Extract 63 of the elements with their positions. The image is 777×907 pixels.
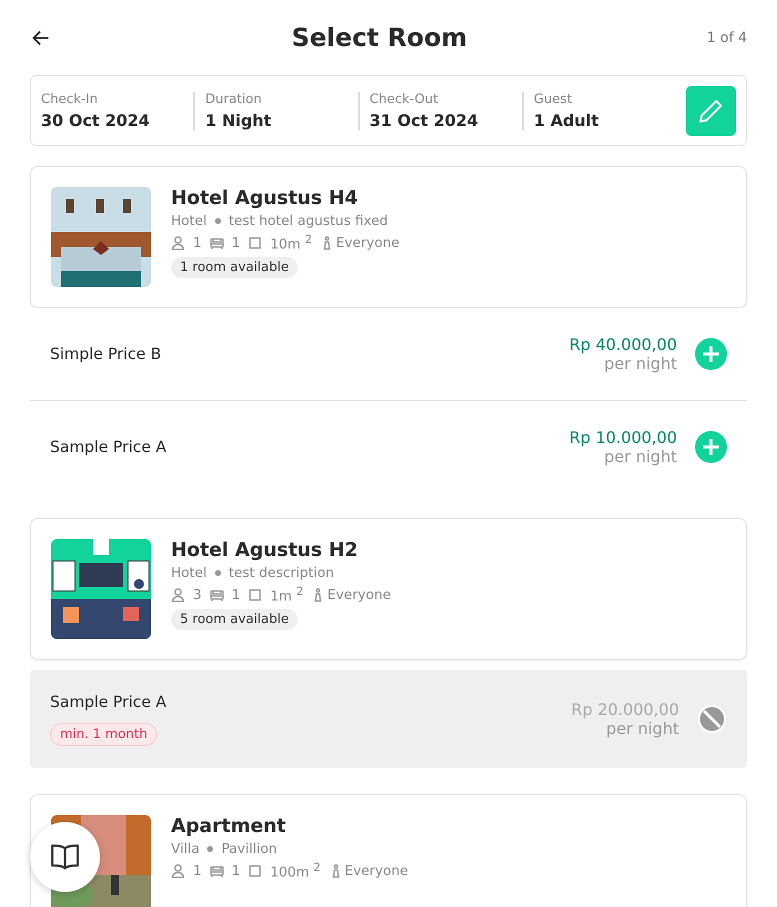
add-button[interactable] — [695, 338, 727, 370]
plus-icon — [695, 430, 727, 462]
price-amount: Rp 20.000,00 — [571, 700, 679, 719]
room-type: Hotel — [171, 213, 207, 229]
summary-value: 30 Oct 2024 — [41, 110, 151, 130]
guest-count: 1 — [193, 862, 202, 879]
room-type: Hotel — [171, 565, 207, 581]
room-name: Hotel Agustus H2 — [171, 539, 359, 561]
guest-count: 3 — [193, 586, 202, 603]
summary-label: Duration — [205, 92, 263, 106]
room-size: 1m $^{2}$ — [270, 585, 304, 604]
room-type: Villa — [171, 841, 200, 857]
add-button[interactable] — [695, 430, 727, 462]
room-card[interactable]: Hotel Agustus H4 Hotel test hotel agustus fixed 1 1 10m $^{2}$ Everyone 1 room available — [30, 166, 747, 308]
dot-icon — [214, 218, 221, 224]
edit-button[interactable] — [686, 86, 736, 136]
price-name: Sample Price A — [50, 438, 166, 456]
bed-icon — [210, 236, 224, 250]
room-card[interactable]: Hotel Agustus H2 Hotel test description 3 1 1m $^{2}$ Everyone 5 room available — [30, 518, 747, 660]
price-name: Simple Price B — [50, 345, 162, 363]
minimum-stay-tag: min. 1 month — [50, 722, 158, 746]
bed-icon — [210, 588, 224, 602]
summary-value: 31 Oct 2024 — [370, 110, 480, 130]
price-unit: per night — [604, 354, 677, 373]
dot-icon — [207, 846, 214, 852]
area-icon — [248, 864, 262, 878]
bed-count: 1 — [232, 862, 240, 879]
gender-label: Everyone — [336, 234, 400, 251]
person-icon — [171, 236, 185, 250]
summary-value: 1 Night — [205, 110, 272, 130]
plus-icon — [695, 338, 727, 370]
price-unit: per night — [606, 719, 679, 738]
step-indicator: 1 of 4 — [706, 30, 747, 46]
gender-label: Everyone — [344, 862, 408, 879]
price-name: Sample Price A — [50, 692, 166, 710]
room-description: test description — [228, 565, 334, 581]
summary-value: 1 Adult — [534, 110, 600, 130]
room-description: Pavillion — [221, 841, 278, 857]
room-size: 10m $^{2}$ — [270, 233, 312, 252]
page-title: Select Room — [292, 23, 468, 52]
guest-count: 1 — [193, 234, 202, 251]
room-name: Apartment — [171, 815, 287, 837]
person-icon — [171, 588, 185, 602]
availability-tag: 1 room available — [171, 256, 298, 278]
price-amount: Rp 40.000,00 — [569, 335, 677, 354]
dot-icon — [214, 570, 221, 576]
room-description: test hotel agustus fixed — [228, 213, 388, 229]
gender-label: Everyone — [327, 586, 391, 603]
bed-count: 1 — [232, 586, 240, 603]
area-icon — [248, 588, 262, 602]
person-icon — [171, 864, 185, 878]
price-amount: Rp 10.000,00 — [569, 428, 677, 446]
bed-count: 1 — [232, 234, 240, 251]
room-size: 100m $^{2}$ — [270, 861, 321, 880]
area-icon — [248, 236, 262, 250]
room-name: Hotel Agustus H4 — [171, 187, 359, 209]
summary-label: Guest — [534, 92, 573, 106]
bed-icon — [210, 864, 224, 878]
summary-label: Check-Out — [370, 92, 440, 106]
summary-label: Check-In — [41, 92, 99, 106]
blocked-icon — [697, 704, 727, 734]
availability-tag: 5 room available — [171, 608, 298, 630]
price-unit: per night — [604, 446, 677, 466]
